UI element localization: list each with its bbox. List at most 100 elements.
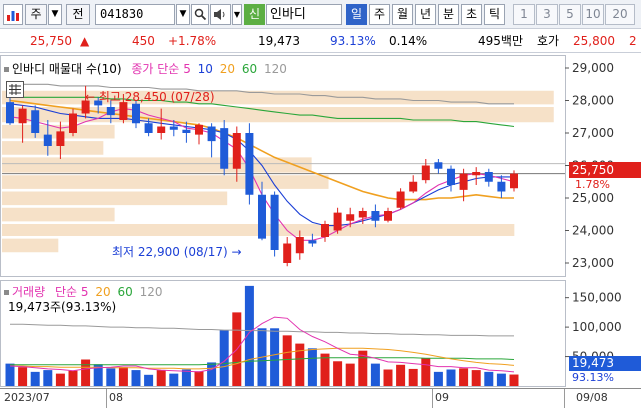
- period-year[interactable]: 년: [415, 4, 436, 25]
- volume-bar-up: [55, 373, 65, 386]
- volume-bar-up: [459, 368, 469, 386]
- ma20-legend: 20: [219, 62, 236, 76]
- volume-bar-up: [118, 367, 128, 386]
- jeon-button[interactable]: 전: [66, 4, 90, 25]
- volume-bar-up: [408, 368, 418, 386]
- date-axis: 2023/07 08 09 09/08: [0, 388, 641, 408]
- candle-down: [308, 240, 317, 244]
- date-label: 2023/07: [4, 391, 50, 404]
- candle-down: [106, 107, 115, 116]
- volume-profile-bar: [2, 238, 59, 253]
- current-price-tag: 25,750: [569, 162, 641, 178]
- volume-bar-down: [370, 363, 380, 386]
- period-second[interactable]: 초: [461, 4, 482, 25]
- candle-down: [132, 103, 140, 124]
- volume-ratio: 93.13%: [330, 34, 376, 48]
- volume-bar-up: [282, 335, 292, 386]
- volume-bar-up: [396, 364, 406, 386]
- volume-chart-panel[interactable]: 150,000100,00050,000 거래량 단순 5 20 60 120 …: [0, 280, 641, 387]
- volume-bar-up: [509, 374, 519, 386]
- volume-bar-down: [270, 328, 280, 386]
- vma5-legend: 5: [80, 285, 89, 299]
- date-divider: [106, 389, 107, 408]
- date-label: 09/08: [576, 391, 608, 404]
- search-icon[interactable]: [191, 4, 209, 25]
- period-minute[interactable]: 분: [438, 4, 459, 25]
- candle-down: [484, 172, 493, 182]
- candle-up: [321, 224, 329, 237]
- ma120-legend: 120: [263, 62, 287, 76]
- candle-down: [220, 128, 229, 169]
- candle-up: [472, 172, 481, 176]
- change-up-icon: ▲: [80, 34, 90, 48]
- price-chart-panel[interactable]: 29,00028,00027,00026,00025,00024,00023,0…: [0, 55, 641, 277]
- minute-10-button[interactable]: 10: [582, 4, 604, 25]
- volume-bar-down: [207, 362, 217, 386]
- jeon-label: 전: [72, 7, 84, 21]
- volume-bar-down: [30, 371, 40, 386]
- price-tick-label: 28,000: [572, 94, 614, 108]
- volume-bar-down: [43, 370, 53, 386]
- chart-icon[interactable]: [3, 4, 23, 25]
- new-stock-badge: 신: [244, 4, 265, 25]
- date-label: 08: [109, 391, 123, 404]
- change-percent: +1.78%: [168, 34, 217, 48]
- period-tick[interactable]: 틱: [484, 4, 505, 25]
- minute-20-button[interactable]: 20: [605, 4, 635, 25]
- price-info-bar: 25,750 ▲ 450 +1.78% 19,473 93.13% 0.14% …: [0, 30, 641, 53]
- volume-profile-bar: [2, 141, 104, 155]
- candle-up: [283, 243, 292, 263]
- volume-bar-down: [181, 369, 191, 386]
- volume-ma-label: 단순: [54, 285, 78, 299]
- high-arrow-icon: ←: [85, 90, 96, 104]
- stock-name-field[interactable]: 인바디: [266, 4, 342, 25]
- period-week[interactable]: 주: [369, 4, 390, 25]
- toolbar: 주 ▼ 전 041830 ▼ ▼ 신 인바디 일 주 월 년 분 초 틱 1 3…: [0, 0, 641, 29]
- trade-volume: 19,473: [258, 34, 300, 48]
- volume-bar-up: [156, 370, 166, 386]
- price-tick-label: 25,000: [572, 191, 614, 205]
- candle-down: [270, 194, 279, 250]
- candle-up: [69, 113, 77, 133]
- volume-legend-title: 거래량: [12, 285, 46, 299]
- period-day[interactable]: 일: [346, 4, 367, 25]
- speaker-dropdown-icon[interactable]: ▼: [232, 4, 242, 25]
- price-legend-title: 인바디 매물대 수(10): [12, 62, 122, 76]
- speaker-icon[interactable]: [210, 4, 231, 25]
- volume-bar-up: [333, 361, 343, 386]
- candle-down: [258, 194, 266, 239]
- change-amount: 450: [132, 34, 155, 48]
- volume-bar-up: [471, 370, 481, 386]
- grid-table-icon[interactable]: [6, 81, 24, 98]
- candle-up: [195, 124, 203, 135]
- ma10-legend: 10: [197, 62, 213, 76]
- stock-code-input[interactable]: 041830: [95, 4, 175, 25]
- vma120-legend: 120: [139, 285, 163, 299]
- low-price-annotation: 최저 22,900 (08/17) →: [112, 243, 242, 260]
- period-month[interactable]: 월: [392, 4, 413, 25]
- volume-bar-up: [421, 358, 431, 386]
- volume-bar-down: [131, 370, 141, 386]
- code-dropdown-icon[interactable]: ▼: [176, 4, 190, 25]
- candle-up: [358, 211, 367, 218]
- market-dropdown-icon[interactable]: ▼: [48, 4, 62, 25]
- high-price-label: 최고 28,450 (07/28): [98, 90, 215, 104]
- low-price-label: 최저 22,900 (08/17): [112, 245, 228, 259]
- candle-down: [6, 102, 14, 124]
- volume-bar-up: [320, 353, 330, 386]
- date-label: 09: [435, 391, 449, 404]
- candle-down: [245, 133, 254, 195]
- volume-bar-up: [383, 369, 393, 386]
- minute-1-button[interactable]: 1: [513, 4, 535, 25]
- candle-down: [371, 211, 380, 221]
- bid-trailing: 2: [629, 34, 637, 48]
- minute-3-button[interactable]: 3: [536, 4, 558, 25]
- ma-legend-label: 종가 단순: [131, 62, 180, 76]
- candle-up: [346, 214, 355, 221]
- volume-profile-bar: [2, 191, 228, 206]
- minute-5-button[interactable]: 5: [559, 4, 581, 25]
- volume-bar-down: [106, 368, 116, 386]
- market-selector[interactable]: 주: [25, 4, 47, 25]
- volume-bar-up: [18, 367, 28, 386]
- candle-down: [169, 126, 178, 130]
